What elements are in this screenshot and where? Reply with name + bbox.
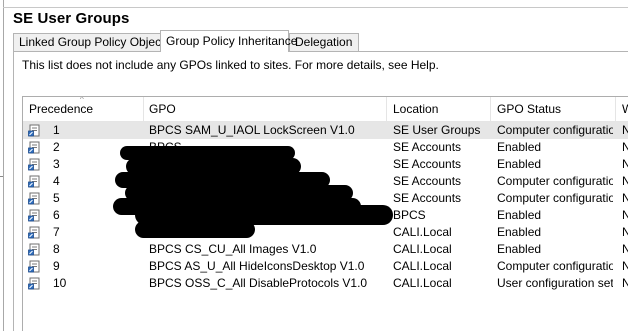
cell-precedence: 7 [53,225,60,239]
cell-location: SE User Groups [393,123,481,137]
cell-gpo-status: Enabled [497,140,542,154]
gpo-scroll-icon [28,209,40,222]
cell-gpo: BPCS SAM_U_IAOL LockScreen V1.0 [149,123,355,137]
cell-location: CALI.Local [393,225,452,239]
column-header-wmi-filter[interactable]: W [616,97,628,121]
cell-wmi-filter: N [622,156,628,173]
gpo-scroll-icon [28,158,40,171]
cell-wmi-filter: N [622,207,628,224]
cell-location: BPCS [393,208,426,222]
cell-gpo-status: User configuration set... [497,276,613,290]
table-row[interactable]: 1 BPCS SAM_U_IAOL LockScreen V1.0 SE User … [23,122,628,139]
cell-precedence: 9 [53,259,60,273]
gpo-scroll-icon [28,243,40,256]
column-header-gpo-status[interactable]: GPO Status [491,97,615,121]
cell-wmi-filter: N [622,241,628,258]
cell-precedence: 4 [53,174,60,188]
cell-gpo-status: Enabled [497,208,542,222]
frame-splitter-tick [0,176,3,177]
cell-wmi-filter: N [622,139,628,156]
column-header-location[interactable]: Location [387,97,491,121]
cell-precedence: 8 [53,242,60,256]
frame-left-border [3,0,4,331]
gpo-scroll-icon [28,192,40,205]
tab-delegation[interactable]: Delegation [289,33,359,51]
cell-wmi-filter: N [622,258,628,275]
cell-precedence: 2 [53,140,60,154]
gpo-scroll-icon [28,175,40,188]
cell-gpo: BPCS CS_CU_All Images V1.0 [149,242,317,256]
table-row[interactable]: 8 BPCS CS_CU_All Images V1.0 CALI.Local Ena… [23,241,628,258]
cell-location: SE Accounts [393,174,462,188]
table-row[interactable]: 10 BPCS OSS_C_All DisableProtocols V1.0 CA… [23,275,628,292]
cell-precedence: 5 [53,191,60,205]
gpo-scroll-icon [28,124,40,137]
tab-linked-group-policy-objects[interactable]: Linked Group Policy Objects [13,33,170,51]
table-row[interactable]: 9 BPCS AS_U_All HideIconsDesktop V1.0 CALI… [23,258,628,275]
table-row[interactable]: 7 CALI.Local Enabled N [23,224,628,241]
cell-gpo-status: Enabled [497,242,542,256]
cell-wmi-filter: N [622,190,628,207]
gpo-scroll-icon [28,277,40,290]
column-header-gpo[interactable]: GPO [143,97,386,121]
cell-wmi-filter: N [622,173,628,190]
cell-location: CALI.Local [393,276,452,290]
cell-gpo-status: Computer configuratio... [497,123,613,137]
gpo-scroll-icon [28,141,40,154]
frame-top-border [3,7,628,8]
cell-gpo: BPCS OSS_C_All DisableProtocols V1.0 [149,276,368,290]
tab-group-policy-inheritance[interactable]: Group Policy Inheritance [160,30,297,52]
cell-location: SE Accounts [393,157,462,171]
sort-ascending-icon: ^ [80,96,84,104]
table-row[interactable]: 3 SE Accounts Enabled N [23,156,628,173]
cell-precedence: 10 [53,276,67,290]
cell-gpo-status: Computer configuratio... [497,174,613,188]
page-title: SE User Groups [13,10,130,27]
tab-underline [13,51,628,52]
cell-precedence: 3 [53,157,60,171]
inheritance-list[interactable]: Precedence ^ GPO Location GPO Status W 1… [22,96,628,331]
cell-location: SE Accounts [393,191,462,205]
cell-location: CALI.Local [393,242,452,256]
cell-wmi-filter: N [622,224,628,241]
info-text: This list does not include any GPOs link… [22,58,439,72]
content-left-border [13,51,14,331]
cell-precedence: 1 [53,123,60,137]
cell-wmi-filter: N [622,122,628,139]
redaction-mark [135,221,255,238]
gpo-scroll-icon [28,226,40,239]
cell-location: CALI.Local [393,259,452,273]
cell-gpo-status: Enabled [497,225,542,239]
cell-gpo-status: Computer configuratio... [497,259,613,273]
cell-location: SE Accounts [393,140,462,154]
cell-wmi-filter: N [622,275,628,292]
cell-gpo: BPCS AS_U_All HideIconsDesktop V1.0 [149,259,365,273]
list-header: Precedence ^ GPO Location GPO Status W [23,97,628,122]
cell-precedence: 6 [53,208,60,222]
gpo-scroll-icon [28,260,40,273]
table-row[interactable]: 2BPCSSE AccountsEnabledN [23,139,628,156]
cell-gpo-status: Computer configuratio... [497,191,613,205]
cell-gpo-status: Enabled [497,157,542,171]
